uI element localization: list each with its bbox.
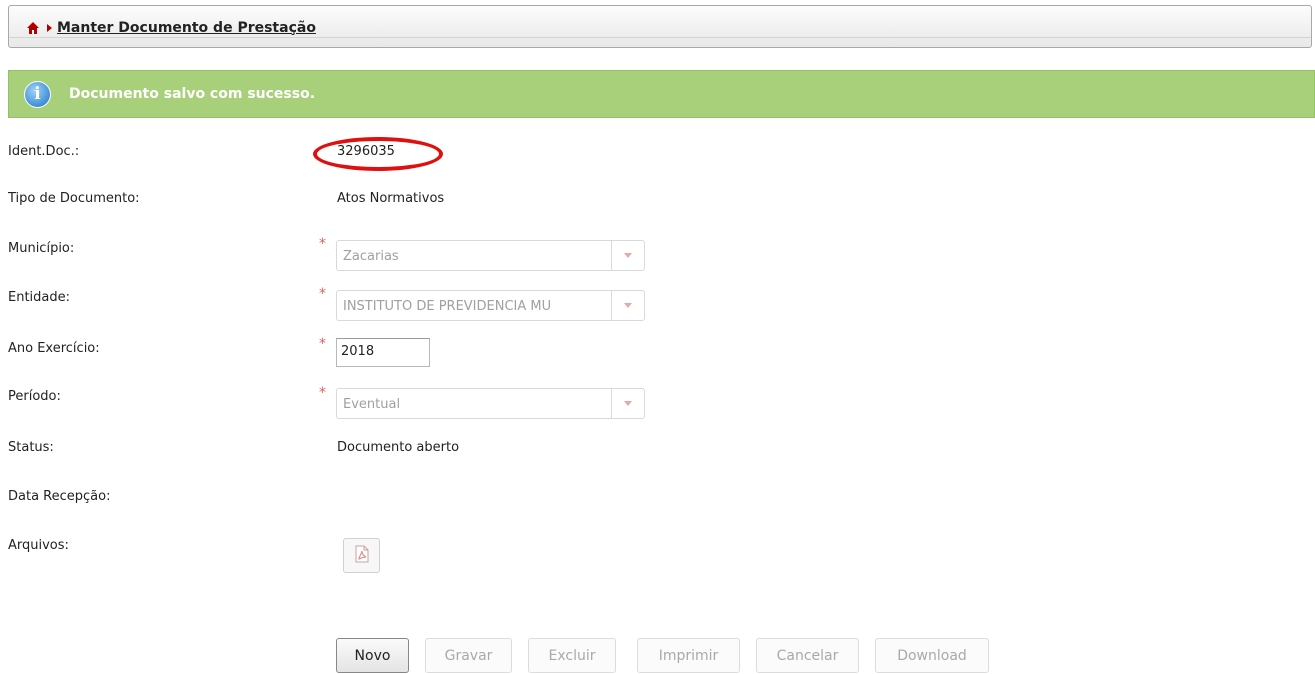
municipio-label: Município: xyxy=(8,241,75,256)
gravar-button[interactable]: Gravar xyxy=(425,638,512,673)
periodo-selected-value: Eventual xyxy=(343,397,401,412)
required-mark: * xyxy=(319,336,326,352)
breadcrumb-arrow-icon xyxy=(47,23,52,32)
ano-exercicio-input[interactable]: 2018 xyxy=(336,338,430,367)
success-alert: i Documento salvo com sucesso. xyxy=(8,70,1315,118)
entidade-label: Entidade: xyxy=(8,290,71,305)
municipio-select[interactable]: Zacarias xyxy=(336,240,645,271)
tipo-label: Tipo de Documento: xyxy=(8,191,140,206)
cancelar-button[interactable]: Cancelar xyxy=(756,638,859,673)
required-mark: * xyxy=(319,286,326,302)
novo-button[interactable]: Novo xyxy=(336,638,409,673)
breadcrumb-link[interactable]: Manter Documento de Prestação xyxy=(57,20,316,36)
status-label: Status: xyxy=(8,440,54,455)
data-recepcao-label: Data Recepção: xyxy=(8,489,111,504)
status-value: Documento aberto xyxy=(337,440,460,455)
entidade-selected-value: INSTITUTO DE PREVIDENCIA MU xyxy=(343,299,552,314)
ident-label: Ident.Doc.: xyxy=(8,144,80,159)
required-mark: * xyxy=(319,385,326,401)
municipio-dropdown-button[interactable] xyxy=(611,241,644,270)
chevron-down-icon xyxy=(624,303,632,308)
periodo-select[interactable]: Eventual xyxy=(336,388,645,419)
entidade-select[interactable]: INSTITUTO DE PREVIDENCIA MU xyxy=(336,290,645,321)
excluir-button[interactable]: Excluir xyxy=(528,638,616,673)
tipo-value: Atos Normativos xyxy=(337,191,445,206)
required-mark: * xyxy=(319,236,326,252)
pdf-icon xyxy=(354,545,370,567)
breadcrumb: Manter Documento de Prestação xyxy=(8,5,1312,48)
pdf-file-button[interactable] xyxy=(343,538,380,573)
download-button[interactable]: Download xyxy=(875,638,989,673)
highlight-ellipse xyxy=(313,137,443,171)
entidade-dropdown-button[interactable] xyxy=(611,291,644,320)
info-icon: i xyxy=(24,80,51,108)
periodo-dropdown-button[interactable] xyxy=(611,389,644,418)
ano-label: Ano Exercício: xyxy=(8,341,100,356)
chevron-down-icon xyxy=(624,401,632,406)
chevron-down-icon xyxy=(624,253,632,258)
imprimir-button[interactable]: Imprimir xyxy=(637,638,740,673)
alert-message: Documento salvo com sucesso. xyxy=(69,86,316,102)
periodo-label: Período: xyxy=(8,389,61,404)
home-icon[interactable] xyxy=(26,21,40,35)
arquivos-label: Arquivos: xyxy=(8,538,69,553)
municipio-selected-value: Zacarias xyxy=(343,249,399,264)
